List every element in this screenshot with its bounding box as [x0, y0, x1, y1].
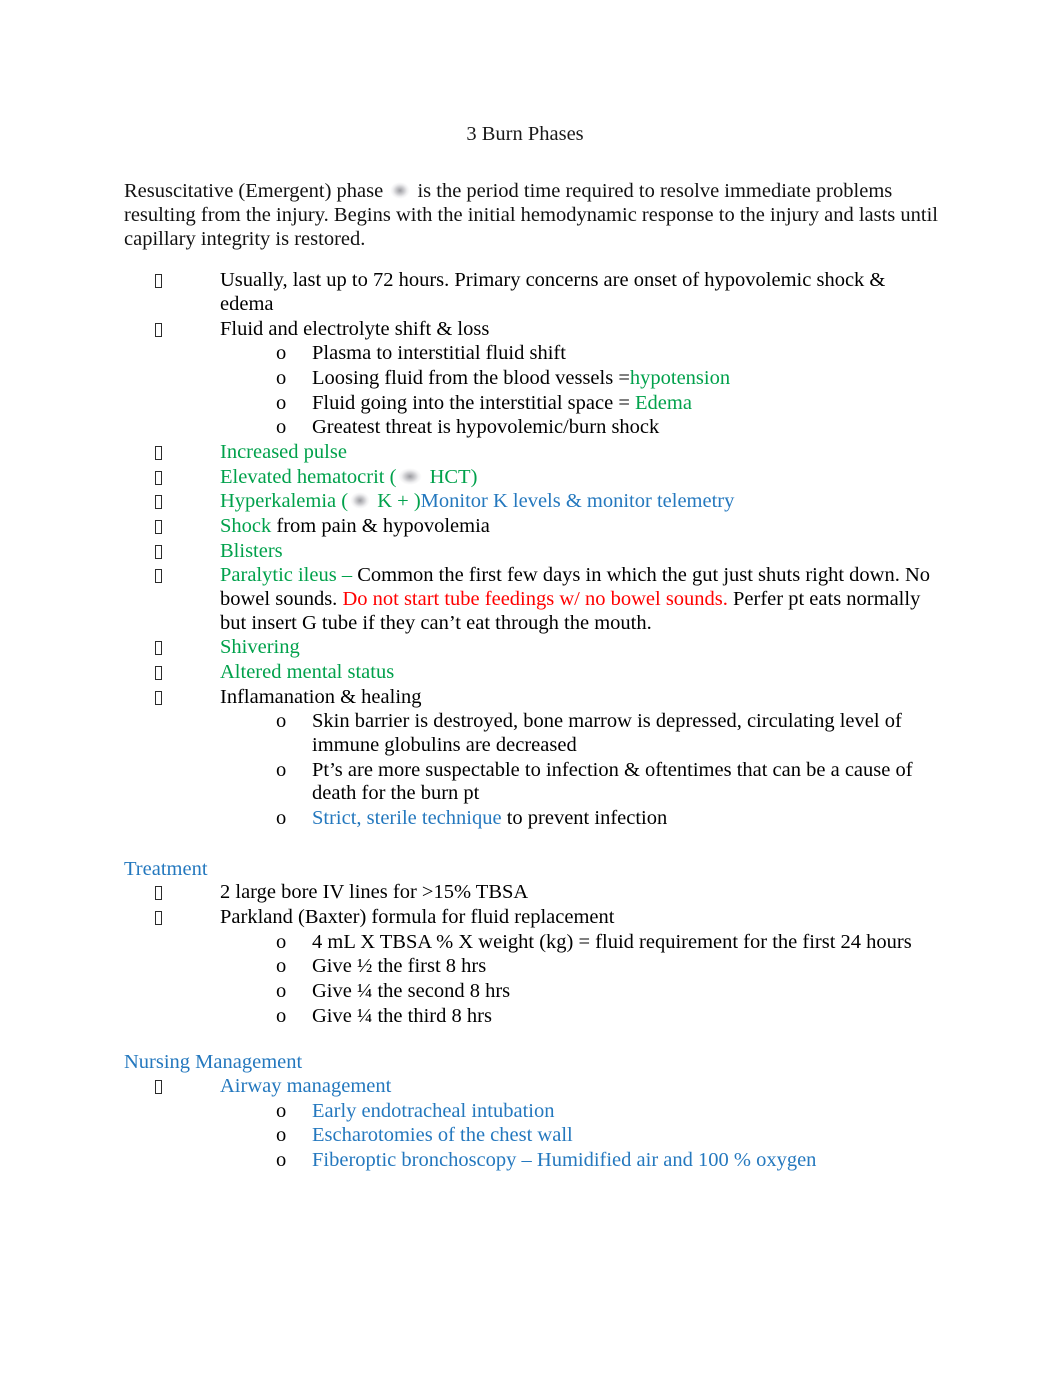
- o-bullet-icon: o: [276, 930, 287, 953]
- list-item-label: Usually, last up to 72 hours. Primary co…: [220, 269, 886, 315]
- list-item-label-tail: K + ): [372, 490, 421, 513]
- list-item-label: Strict, sterile technique: [312, 806, 502, 829]
- list-item-label: Inflamanation & healing: [220, 685, 422, 708]
- redaction-blob-icon: [349, 492, 372, 510]
- list-item: Elevated hematocrit ( HCT): [154, 466, 942, 490]
- o-bullet-icon: o: [276, 806, 287, 829]
- list-item: Fluid and electrolyte shift & loss: [154, 318, 942, 342]
- list-item-label: Plasma to interstitial fluid shift: [312, 342, 566, 365]
- nursing-management-heading: Nursing Management: [124, 1051, 303, 1074]
- o-bullet-icon: o: [276, 710, 287, 733]
- list-item: Blisters: [154, 540, 942, 564]
- document-page: 3 Burn Phases Resuscitative (Emergent) p…: [0, 0, 1062, 1377]
- list-item: o Strict, sterile technique to prevent i…: [250, 807, 942, 831]
- list-item: Usually, last up to 72 hours. Primary co…: [154, 269, 942, 316]
- list-item-label: Give ¼ the second 8 hrs: [312, 980, 511, 1003]
- list-item-label: Shock: [220, 514, 272, 537]
- list-item-label: Parkland (Baxter) formula for fluid repl…: [220, 906, 615, 928]
- o-bullet-icon: o: [276, 366, 287, 389]
- list-item: o Give ½ the first 8 hrs: [250, 955, 942, 979]
- list-item-label: Hyperkalemia (: [220, 490, 349, 513]
- list-item-label: Skin barrier is destroyed, bone marrow i…: [312, 710, 902, 756]
- list-item: Hyperkalemia ( K + )Monitor K levels & m…: [154, 490, 942, 514]
- o-bullet-icon: o: [276, 1004, 287, 1027]
- redaction-blob-icon: [397, 467, 424, 485]
- list-item: Shivering: [154, 636, 942, 660]
- list-item-label: 2 large bore IV lines for >15% TBSA: [220, 881, 529, 904]
- o-bullet-icon: o: [276, 980, 287, 1003]
- o-bullet-icon: o: [276, 758, 287, 781]
- list-item-label: Give ½ the first 8 hrs: [312, 955, 487, 978]
- list-item-label: Escharotomies of the chest wall: [312, 1124, 573, 1147]
- list-item-label-tail: to prevent infection: [501, 806, 668, 829]
- list-item-highlight: Edema: [635, 391, 692, 414]
- treatment-list: 2 large bore IV lines for >15% TBSA Park…: [124, 881, 942, 1028]
- list-item: o Loosing fluid from the blood vessels =…: [250, 367, 942, 391]
- list-item: o Greatest threat is hypovolemic/burn sh…: [250, 416, 942, 440]
- list-item: Parkland (Baxter) formula for fluid repl…: [154, 906, 942, 930]
- list-item: o Early endotracheal intubation: [250, 1100, 942, 1124]
- o-bullet-icon: o: [276, 391, 287, 414]
- list-item-label: Increased pulse: [220, 440, 347, 463]
- o-bullet-icon: o: [276, 416, 287, 439]
- list-item-label: Shivering: [220, 636, 300, 659]
- list-item: Paralytic ileus – Common the first few d…: [154, 564, 942, 635]
- list-item-label: Early endotracheal intubation: [312, 1099, 555, 1122]
- redaction-blob-icon: [389, 182, 412, 200]
- list-item-label: Airway management: [220, 1075, 392, 1098]
- list-item: o Plasma to interstitial fluid shift: [250, 342, 942, 366]
- o-bullet-icon: o: [276, 342, 287, 365]
- list-item-label: Paralytic ileus –: [220, 564, 353, 587]
- list-item: o Give ¼ the third 8 hrs: [250, 1005, 942, 1029]
- list-item: o Fiberoptic bronchoscopy – Humidified a…: [250, 1149, 942, 1173]
- treatment-heading: Treatment: [124, 857, 208, 880]
- list-item-label: Fluid going into the interstitial space …: [312, 391, 636, 414]
- list-item: o Give ¼ the second 8 hrs: [250, 980, 942, 1004]
- list-item-label: Pt’s are more suspectable to infection &…: [312, 758, 913, 805]
- o-bullet-icon: o: [276, 1149, 287, 1172]
- list-item-label: Greatest threat is hypovolemic/burn shoc…: [312, 416, 660, 439]
- o-bullet-icon: o: [276, 1099, 287, 1122]
- list-item: Altered mental status: [154, 661, 942, 685]
- list-item: o Skin barrier is destroyed, bone marrow…: [250, 710, 942, 757]
- list-item-label: Fluid and electrolyte shift & loss: [220, 317, 490, 340]
- nursing-management-list: Airway management o Early endotracheal i…: [124, 1075, 942, 1173]
- intro-text-before: Resuscitative (Emergent) phase: [124, 180, 389, 203]
- list-item: o Pt’s are more suspectable to infection…: [250, 759, 942, 806]
- list-item-label: Loosing fluid from the blood vessels =: [312, 366, 630, 389]
- list-item-label-tail: from pain & hypovolemia: [271, 514, 490, 537]
- list-item-label: Give ¼ the third 8 hrs: [312, 1004, 492, 1027]
- emergent-phase-list: Usually, last up to 72 hours. Primary co…: [124, 269, 942, 830]
- o-bullet-icon: o: [276, 1124, 287, 1147]
- list-item: 2 large bore IV lines for >15% TBSA: [154, 881, 942, 905]
- list-item-label: Blisters: [220, 539, 283, 562]
- page-title: 3 Burn Phases: [466, 123, 584, 145]
- list-item-label: Elevated hematocrit (: [220, 465, 397, 488]
- list-item-label-tail: HCT): [424, 465, 478, 488]
- o-bullet-icon: o: [276, 955, 287, 978]
- list-item: o 4 mL X TBSA % X weight (kg) = fluid re…: [250, 931, 942, 955]
- list-item: Increased pulse: [154, 441, 942, 465]
- list-item: o Escharotomies of the chest wall: [250, 1124, 942, 1148]
- list-item: Shock from pain & hypovolemia: [154, 515, 942, 539]
- list-item: o Fluid going into the interstitial spac…: [250, 392, 942, 416]
- list-item-warning: Do not start tube feedings w/ no bowel s…: [342, 587, 728, 610]
- list-item-note: Monitor K levels & monitor telemetry: [420, 490, 735, 513]
- list-item: Inflamanation & healing: [154, 686, 942, 710]
- list-item-highlight: hypotension: [629, 366, 731, 389]
- list-item-label: Fiberoptic bronchoscopy – Humidified air…: [312, 1149, 817, 1172]
- list-item: Airway management: [154, 1075, 942, 1099]
- list-item-label: Altered mental status: [220, 660, 395, 683]
- intro-paragraph: Resuscitative (Emergent) phase is the pe…: [124, 180, 942, 251]
- list-item-label: 4 mL X TBSA % X weight (kg) = fluid requ…: [312, 930, 912, 953]
